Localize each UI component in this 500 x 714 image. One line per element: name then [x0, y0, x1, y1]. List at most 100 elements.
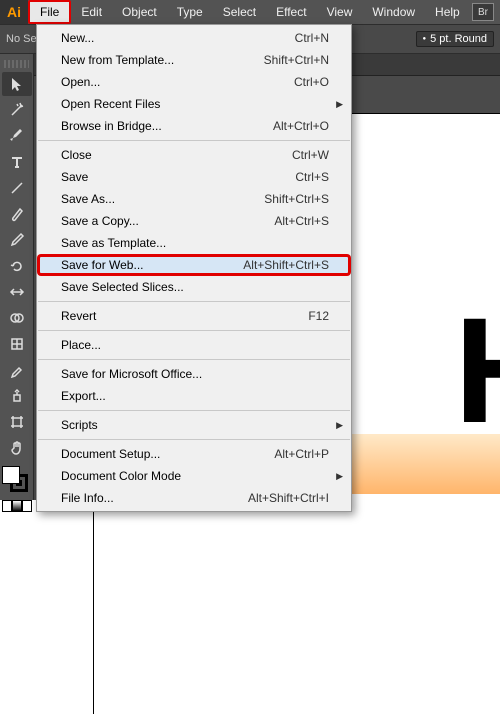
menu-type[interactable]: Type — [167, 0, 213, 24]
menu-item-open[interactable]: Open... Ctrl+O — [37, 71, 351, 93]
magic-wand-tool-icon[interactable] — [2, 98, 32, 122]
toolbox — [0, 54, 34, 500]
eyedropper-tool-icon[interactable] — [2, 358, 32, 382]
line-tool-icon[interactable] — [2, 176, 32, 200]
color-mode-row[interactable] — [2, 500, 32, 514]
paintbrush-tool-icon[interactable] — [2, 202, 32, 226]
menu-separator — [38, 330, 350, 331]
mesh-tool-icon[interactable] — [2, 332, 32, 356]
menu-item-label: Open Recent Files — [61, 97, 160, 111]
color-mode-gradient[interactable] — [12, 500, 22, 512]
menu-item-label: New from Template... — [61, 53, 174, 67]
pencil-tool-icon[interactable] — [2, 228, 32, 252]
menu-item-save-a-copy[interactable]: Save a Copy... Alt+Ctrl+S — [37, 210, 351, 232]
fill-swatch[interactable] — [2, 466, 20, 484]
menu-item-scripts[interactable]: Scripts ▶ — [37, 414, 351, 436]
menu-item-save-selected-slices[interactable]: Save Selected Slices... — [37, 276, 351, 298]
menu-item-save[interactable]: Save Ctrl+S — [37, 166, 351, 188]
menu-separator — [38, 301, 350, 302]
submenu-arrow-icon: ▶ — [336, 471, 343, 482]
menu-item-revert[interactable]: Revert F12 — [37, 305, 351, 327]
menu-item-new[interactable]: New... Ctrl+N — [37, 27, 351, 49]
menu-item-label: Save As... — [61, 192, 115, 206]
menu-item-new-from-template[interactable]: New from Template... Shift+Ctrl+N — [37, 49, 351, 71]
artwork-text: Ho — [454, 284, 500, 457]
menu-object[interactable]: Object — [112, 0, 167, 24]
submenu-arrow-icon: ▶ — [336, 99, 343, 110]
menu-item-document-color-mode[interactable]: Document Color Mode ▶ — [37, 465, 351, 487]
stroke-profile-dropdown[interactable]: 5 pt. Round — [416, 31, 495, 47]
artboard-tool-icon[interactable] — [2, 410, 32, 434]
selection-tool-icon[interactable] — [2, 72, 32, 96]
menu-item-open-recent-files[interactable]: Open Recent Files ▶ — [37, 93, 351, 115]
menu-item-label: Open... — [61, 75, 100, 89]
menu-item-label: Place... — [61, 338, 101, 352]
type-tool-icon[interactable] — [2, 150, 32, 174]
menu-item-label: Save as Template... — [61, 236, 166, 250]
rotate-tool-icon[interactable] — [2, 254, 32, 278]
menu-window[interactable]: Window — [362, 0, 425, 24]
menu-effect[interactable]: Effect — [266, 0, 316, 24]
menu-item-shortcut: Ctrl+W — [292, 148, 329, 162]
stroke-profile-label: 5 pt. Round — [430, 33, 487, 45]
selection-status: No Se — [6, 33, 37, 45]
menu-item-label: Browse in Bridge... — [61, 119, 162, 133]
menu-item-label: Export... — [61, 389, 106, 403]
menu-item-label: Scripts — [61, 418, 98, 432]
menu-item-shortcut: Ctrl+N — [295, 31, 329, 45]
menu-item-label: Save — [61, 170, 88, 184]
menu-item-shortcut: Alt+Ctrl+S — [274, 214, 329, 228]
menu-item-save-for-web[interactable]: Save for Web... Alt+Shift+Ctrl+S — [37, 254, 351, 276]
menu-edit[interactable]: Edit — [71, 0, 112, 24]
pen-tool-icon[interactable] — [2, 124, 32, 148]
menu-item-save-as[interactable]: Save As... Shift+Ctrl+S — [37, 188, 351, 210]
hand-tool-icon[interactable] — [2, 436, 32, 460]
menu-file[interactable]: File — [28, 0, 71, 24]
menubar: Ai File Edit Object Type Select Effect V… — [0, 0, 500, 24]
menu-item-save-as-template[interactable]: Save as Template... — [37, 232, 351, 254]
color-mode-none[interactable] — [22, 500, 32, 512]
bridge-badge-icon[interactable]: Br — [472, 3, 494, 21]
menu-item-file-info[interactable]: File Info... Alt+Shift+Ctrl+I — [37, 487, 351, 509]
menu-separator — [38, 140, 350, 141]
menu-item-label: Close — [61, 148, 92, 162]
menu-item-label: Save a Copy... — [61, 214, 139, 228]
menu-item-shortcut: Shift+Ctrl+S — [264, 192, 329, 206]
menu-item-label: File Info... — [61, 491, 114, 505]
menu-item-shortcut: Ctrl+O — [294, 75, 329, 89]
menu-item-label: Save Selected Slices... — [61, 280, 184, 294]
menu-item-label: Document Color Mode — [61, 469, 181, 483]
menu-item-label: Save for Microsoft Office... — [61, 367, 202, 381]
menu-item-shortcut: F12 — [308, 309, 329, 323]
menu-item-browse-in-bridge[interactable]: Browse in Bridge...Alt+Ctrl+O — [37, 115, 351, 137]
menu-view[interactable]: View — [317, 0, 363, 24]
toolbox-grip[interactable] — [4, 60, 29, 68]
menu-item-document-setup[interactable]: Document Setup... Alt+Ctrl+P — [37, 443, 351, 465]
menu-item-label: New... — [61, 31, 94, 45]
shape-builder-tool-icon[interactable] — [2, 306, 32, 330]
menu-item-close[interactable]: Close Ctrl+W — [37, 144, 351, 166]
menu-item-label: Revert — [61, 309, 96, 323]
app-root: Ai File Edit Object Type Select Effect V… — [0, 0, 500, 500]
symbol-sprayer-tool-icon[interactable] — [2, 384, 32, 408]
menu-item-shortcut: Alt+Ctrl+P — [274, 447, 329, 461]
menu-separator — [38, 410, 350, 411]
width-tool-icon[interactable] — [2, 280, 32, 304]
submenu-arrow-icon: ▶ — [336, 420, 343, 431]
menu-item-export[interactable]: Export... — [37, 385, 351, 407]
menu-item-shortcut: Shift+Ctrl+N — [264, 53, 329, 67]
color-mode-solid[interactable] — [2, 500, 12, 512]
menu-item-shortcut: Alt+Shift+Ctrl+I — [248, 491, 329, 505]
menu-help[interactable]: Help — [425, 0, 470, 24]
file-menu-dropdown: New... Ctrl+N New from Template... Shift+Ct… — [36, 24, 352, 512]
fill-stroke-swatch[interactable] — [2, 466, 32, 494]
menu-item-label: Document Setup... — [61, 447, 160, 461]
menu-item-save-for-microsoft-office[interactable]: Save for Microsoft Office... — [37, 363, 351, 385]
menu-item-label: Save for Web... — [61, 258, 143, 272]
menu-item-place[interactable]: Place... — [37, 334, 351, 356]
menu-item-shortcut: Ctrl+S — [295, 170, 329, 184]
menu-item-shortcut: Alt+Shift+Ctrl+S — [243, 258, 329, 272]
menu-select[interactable]: Select — [213, 0, 266, 24]
app-logo: Ai — [0, 0, 28, 24]
menu-separator — [38, 359, 350, 360]
